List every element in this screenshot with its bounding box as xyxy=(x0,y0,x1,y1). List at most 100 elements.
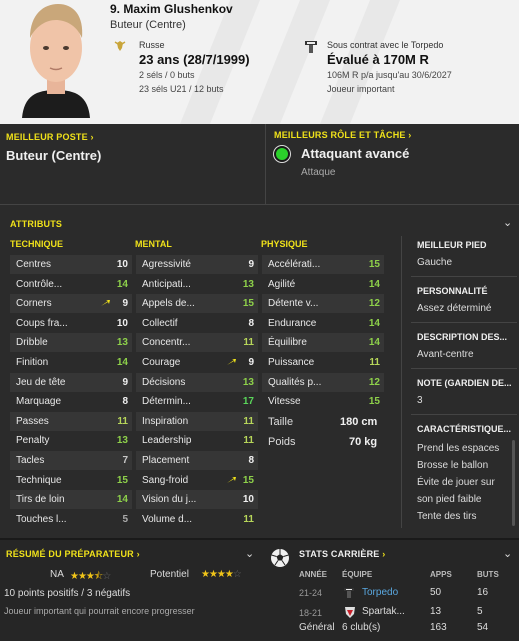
divider xyxy=(411,414,517,415)
attribute-row[interactable]: Centres 10 xyxy=(10,255,132,274)
attribute-row[interactable]: Coups fra... 10 xyxy=(10,314,132,333)
attribute-row[interactable]: Passes 11 xyxy=(10,411,132,431)
attribute-row[interactable]: Agilité 14 xyxy=(262,275,384,294)
divider xyxy=(411,276,517,277)
attribute-row[interactable]: Vitesse 15 xyxy=(262,392,384,411)
row-team-link[interactable]: Torpedo xyxy=(362,587,398,598)
attribute-row[interactable]: Appels de... 15 xyxy=(136,294,258,314)
attribute-row[interactable]: Marquage 8 xyxy=(10,392,132,411)
attribute-row[interactable]: Courage 9 xyxy=(136,353,258,372)
traits-scrollbar[interactable] xyxy=(512,440,515,526)
attribute-row[interactable]: Collectif 8 xyxy=(136,314,258,333)
attribute-name: Concentr... xyxy=(142,337,191,349)
attribute-name: Tirs de loin xyxy=(16,494,65,506)
attribute-row[interactable]: Touches l... 5 xyxy=(10,510,132,529)
attribute-value: 14 xyxy=(116,278,128,290)
attributes-title: ATTRIBUTS xyxy=(10,219,63,229)
attribute-value: 15 xyxy=(368,259,380,270)
note-title: NOTE (GARDIEN DE... xyxy=(417,378,512,388)
attribute-row[interactable]: Agressivité 9 xyxy=(136,255,258,274)
career-stats-title[interactable]: STATS CARRIÈRE › xyxy=(299,549,385,559)
trait-item: Prend les espaces xyxy=(417,443,500,454)
row-apps: 13 xyxy=(430,606,442,617)
attribute-row[interactable]: Décisions 13 xyxy=(136,372,258,392)
header-goals: BUTS xyxy=(477,570,499,579)
attribute-row[interactable]: Inspiration 11 xyxy=(136,411,258,431)
attribute-name: Jeu de tête xyxy=(16,376,66,388)
current-ability-stars: ★★★⯪☆ xyxy=(70,571,111,582)
attribute-row[interactable]: Détente v... 12 xyxy=(262,294,384,314)
row-year: 18-21 xyxy=(299,608,323,618)
divider xyxy=(0,204,519,205)
attribute-row[interactable]: Endurance 14 xyxy=(262,314,384,333)
attribute-name: Tacles xyxy=(16,455,45,466)
attribute-row[interactable]: Tirs de loin 14 xyxy=(10,490,132,510)
row-goals: 16 xyxy=(477,587,489,598)
total-apps: 163 xyxy=(430,622,447,633)
attribute-name: Équilibre xyxy=(268,337,307,349)
attribute-value: 13 xyxy=(116,337,128,349)
attribute-row[interactable]: Corners 9 xyxy=(10,294,132,314)
contract-status: Sous contrat avec le Torpedo xyxy=(327,40,444,50)
attribute-name: Leadership xyxy=(142,435,192,447)
row-team-link[interactable]: Spartak... xyxy=(362,606,405,617)
attribute-name: Contrôle... xyxy=(16,278,63,290)
attribute-row[interactable]: Tacles 7 xyxy=(10,451,132,470)
divider xyxy=(265,124,266,204)
attribute-value: 12 xyxy=(368,298,380,310)
attribute-row[interactable]: Sang-froid 15 xyxy=(136,471,258,490)
attribute-value: 9 xyxy=(122,376,128,388)
caps-u21: 23 séls U21 / 12 buts xyxy=(139,84,224,94)
attribute-value: 15 xyxy=(242,298,254,310)
attribute-name: Appels de... xyxy=(142,298,195,310)
height-value: 180 cm xyxy=(340,416,378,428)
attribute-value: 11 xyxy=(243,337,254,349)
attribute-name: Détermin... xyxy=(142,396,191,408)
attribute-value: 11 xyxy=(243,415,254,427)
attribute-row[interactable]: Dribble 13 xyxy=(10,333,132,353)
wage: 106M R p/a jusqu'au 30/6/2027 xyxy=(327,70,452,80)
total-goals: 54 xyxy=(477,622,489,633)
attribute-row[interactable]: Puissance 11 xyxy=(262,353,384,372)
attribute-row[interactable]: Accélérati... 15 xyxy=(262,255,384,274)
attribute-row[interactable]: Anticipati... 13 xyxy=(136,275,258,294)
torpedo-crest-icon xyxy=(344,588,354,598)
nationality: Russe xyxy=(139,40,165,50)
attribute-name: Endurance xyxy=(268,317,317,329)
divider xyxy=(411,322,517,323)
attribute-row[interactable]: Détermin... 17 xyxy=(136,392,258,411)
player-value: Évalué à 170M R xyxy=(327,52,429,67)
improvement-arrow-icon xyxy=(101,300,110,307)
attribute-row[interactable]: Penalty 13 xyxy=(10,431,132,450)
attribute-name: Détente v... xyxy=(268,298,319,310)
player-portrait xyxy=(22,4,90,118)
attribute-row[interactable]: Équilibre 14 xyxy=(262,333,384,353)
attribute-value: 9 xyxy=(122,298,128,310)
attribute-row[interactable]: Concentr... 11 xyxy=(136,333,258,353)
coach-summary: Joueur important qui pourrait encore pro… xyxy=(4,606,195,616)
header-apps: APPS xyxy=(430,570,452,579)
attribute-row[interactable]: Volume d... 11 xyxy=(136,510,258,529)
chevron-down-icon[interactable]: ⌄ xyxy=(503,547,512,560)
header-year: ANNÉE xyxy=(299,570,328,579)
attribute-row[interactable]: Vision du j... 10 xyxy=(136,490,258,510)
attribute-row[interactable]: Qualités p... 12 xyxy=(262,372,384,392)
chevron-down-icon[interactable]: ⌄ xyxy=(245,547,254,560)
best-position-title[interactable]: MEILLEUR POSTE › xyxy=(6,132,94,142)
chevron-down-icon[interactable]: ⌄ xyxy=(503,216,512,229)
best-role-title[interactable]: MEILLEURS RÔLE ET TÂCHE › xyxy=(274,130,412,140)
attribute-value: 11 xyxy=(117,415,128,427)
attribute-row[interactable]: Jeu de tête 9 xyxy=(10,372,132,392)
attribute-row[interactable]: Placement 8 xyxy=(136,451,258,470)
best-position-value: Buteur (Centre) xyxy=(6,148,102,163)
attribute-name: Vision du j... xyxy=(142,494,197,506)
squad-status: Joueur important xyxy=(327,84,395,94)
attribute-value: 14 xyxy=(116,357,128,368)
row-apps: 50 xyxy=(430,587,442,598)
attribute-name: Coups fra... xyxy=(16,317,68,329)
coach-report-title[interactable]: RÉSUMÉ DU PRÉPARATEUR › xyxy=(6,549,140,559)
attribute-row[interactable]: Technique 15 xyxy=(10,471,132,490)
attribute-row[interactable]: Finition 14 xyxy=(10,353,132,372)
attribute-row[interactable]: Leadership 11 xyxy=(136,431,258,450)
attribute-row[interactable]: Contrôle... 14 xyxy=(10,275,132,294)
